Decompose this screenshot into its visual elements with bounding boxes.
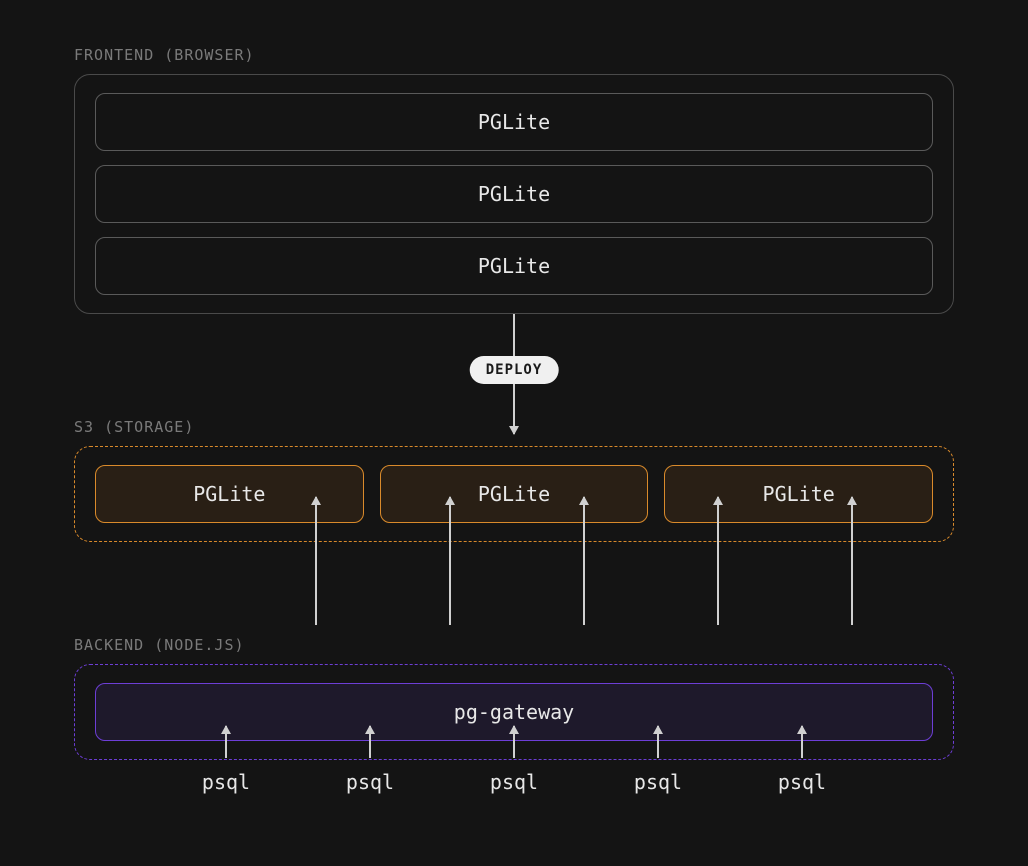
psql-client: psql: [586, 726, 730, 794]
psql-label: psql: [346, 770, 394, 794]
pglite-instance: PGLite: [95, 165, 933, 223]
psql-client: psql: [730, 726, 874, 794]
gateway-to-s3-arrow: [315, 497, 317, 625]
psql-arrow-icon: [369, 726, 371, 758]
s3-pglite-instance: PGLite: [664, 465, 933, 523]
psql-arrow-icon: [657, 726, 659, 758]
psql-client: psql: [154, 726, 298, 794]
psql-label: psql: [490, 770, 538, 794]
gateway-to-s3-arrow: [449, 497, 451, 625]
psql-arrow-icon: [513, 726, 515, 758]
psql-client: psql: [298, 726, 442, 794]
psql-arrow-icon: [801, 726, 803, 758]
psql-client: psql: [442, 726, 586, 794]
gateway-to-s3-arrow: [851, 497, 853, 625]
backend-label: BACKEND (NODE.JS): [74, 636, 954, 654]
psql-label: psql: [202, 770, 250, 794]
s3-pglite-instance: PGLite: [95, 465, 364, 523]
pglite-instance: PGLite: [95, 93, 933, 151]
s3-container: PGLite PGLite PGLite: [74, 446, 954, 542]
psql-label: psql: [778, 770, 826, 794]
frontend-container: PGLite PGLite PGLite: [74, 74, 954, 314]
gateway-to-s3-arrow: [717, 497, 719, 625]
psql-clients-row: psql psql psql psql psql: [74, 726, 954, 794]
psql-arrow-icon: [225, 726, 227, 758]
deploy-badge: DEPLOY: [470, 356, 559, 384]
s3-pglite-instance: PGLite: [380, 465, 649, 523]
psql-label: psql: [634, 770, 682, 794]
gateway-to-s3-arrow: [583, 497, 585, 625]
pglite-instance: PGLite: [95, 237, 933, 295]
frontend-label: FRONTEND (BROWSER): [74, 46, 954, 64]
